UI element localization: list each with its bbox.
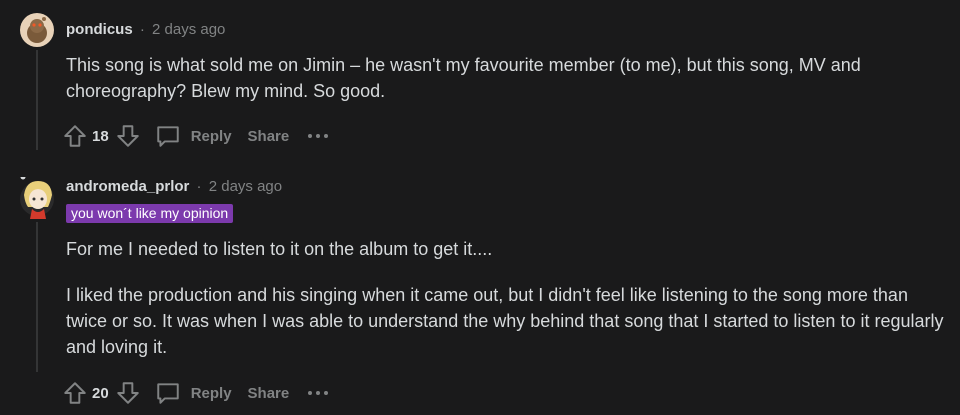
comment-actions: 20 Reply Share [62,378,329,408]
timestamp[interactable]: 2 days ago [209,178,282,195]
comment-bubble-icon [155,380,181,406]
thread-line[interactable] [36,222,38,372]
vote-count: 20 [92,384,109,402]
user-flair: you won´t like my opinion [66,204,234,223]
comment-body: For me I needed to listen to it on the a… [66,236,946,360]
reply-button[interactable]: Reply [155,380,232,406]
upvote-icon[interactable] [62,380,88,406]
separator: · [196,178,202,195]
more-options-icon[interactable] [307,389,329,397]
comment-paragraph: I liked the production and his singing w… [66,285,944,357]
username[interactable]: andromeda_prlor [66,178,189,195]
comment: andromeda_prlor · 2 days ago you won´t l… [0,0,960,415]
anime-avatar-icon[interactable] [20,174,54,219]
comment-meta: andromeda_prlor · 2 days ago [66,178,282,195]
comment-paragraph: For me I needed to listen to it on the a… [66,239,493,259]
reply-label: Reply [190,384,232,402]
share-button[interactable]: Share [248,385,290,402]
downvote-icon[interactable] [115,380,141,406]
